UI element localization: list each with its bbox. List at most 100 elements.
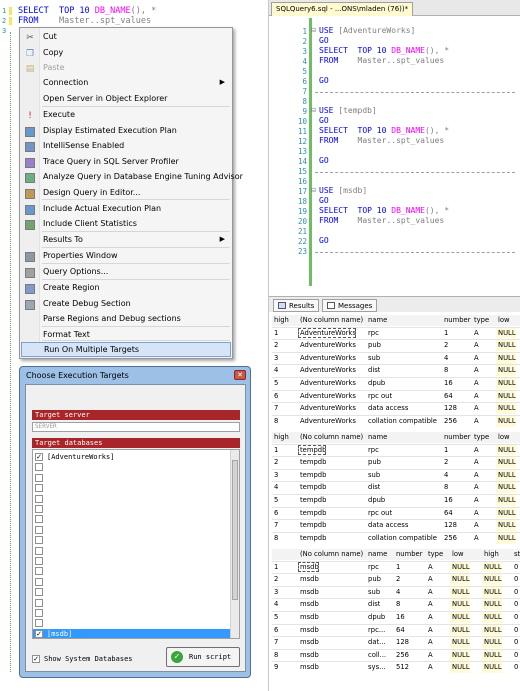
table-cell[interactable]: 128 [442,520,457,531]
table-cell[interactable]: NULL [496,507,516,519]
table-cell[interactable]: rpc [366,445,379,456]
table-row[interactable]: 9 msdb sys... 512 A NULL NULL 0 [272,662,520,674]
column-header[interactable]: low [496,432,510,443]
table-cell[interactable]: NULL [450,561,470,573]
table-cell[interactable]: A [472,470,479,481]
table-row[interactable]: 1 AdventureWorks rpc 1 A NULL [272,327,520,339]
table-cell[interactable]: 0 [512,637,518,648]
menu-item-results-to[interactable]: Results To ▶ [21,233,231,248]
table-cell[interactable]: msdb [298,599,319,610]
table-row[interactable]: 2 msdb pub 2 A NULL NULL 0 [272,574,520,585]
column-header[interactable]: (No column name) [298,549,363,560]
table-cell[interactable]: 512 [394,662,409,673]
table-row[interactable]: 6 msdb rpc... 64 A NULL NULL 0 [272,624,520,636]
table-cell[interactable]: 64 [442,508,453,519]
table-cell[interactable]: NULL [496,403,516,414]
scrollbar-thumb[interactable] [232,460,238,600]
table-cell[interactable]: tempdb [298,520,326,531]
table-cell[interactable]: msdb [298,662,319,673]
table-cell[interactable]: 0 [512,599,518,610]
table-cell[interactable]: rpc [366,328,379,339]
table-row[interactable]: 5 msdb dpub 16 A NULL NULL 0 [272,612,520,623]
table-cell[interactable]: NULL [482,574,502,585]
table-cell[interactable]: A [426,662,433,673]
checkbox[interactable] [35,505,43,513]
table-cell[interactable]: 2 [394,574,400,585]
menu-item-format-text[interactable]: Format Text [21,328,231,343]
table-cell[interactable]: tempdb [298,533,326,544]
table-cell[interactable]: data access [366,520,408,531]
table-row[interactable]: 3 tempdb sub 4 A NULL [272,469,520,481]
table-cell[interactable]: AdventureWorks [298,365,356,376]
table-cell[interactable]: NULL [496,415,516,427]
table-cell[interactable]: tempdb [298,470,326,481]
column-header[interactable]: (No column name) [298,432,363,443]
code-line[interactable]: USE [tempdb] [319,106,377,115]
checkbox[interactable] [35,536,43,545]
code-line[interactable]: SELECT TOP 10 DB_NAME(), * [18,6,156,16]
table-cell[interactable]: 0 [512,587,518,598]
column-header[interactable]: low [450,549,464,560]
menu-item-copy[interactable]: ❐ Copy [21,46,231,61]
code-line[interactable]: FROM Master..spt_values [319,216,444,225]
menu-item-intellisense-enabled[interactable]: IntelliSense Enabled [21,139,231,154]
table-cell[interactable]: msdb [298,650,319,661]
column-header[interactable]: number [442,432,471,443]
table-cell[interactable]: 256 [442,416,457,427]
table-cell[interactable]: A [426,612,433,623]
table-cell[interactable]: NULL [482,637,502,648]
tab-sqlquery6[interactable]: SQLQuery6.sql - ...ONS\mladen (76))* [271,2,414,16]
table-cell[interactable]: 1 [394,562,400,573]
table-cell[interactable]: NULL [482,662,502,674]
table-cell[interactable]: A [426,637,433,648]
table-cell[interactable]: 2 [442,340,448,351]
menu-item-query-options[interactable]: Query Options... [21,265,231,280]
table-cell[interactable]: 4 [442,470,448,481]
table-cell[interactable]: NULL [496,390,516,402]
table-cell[interactable]: NULL [482,561,502,573]
table-cell[interactable]: msdb [298,574,319,585]
menu-item-analyze-query-in-database-engine-tuning-advisor[interactable]: Analyze Query in Database Engine Tuning … [21,170,243,185]
table-cell[interactable]: tempdb [298,482,326,493]
table-cell[interactable]: pub [366,574,381,585]
column-header[interactable]: low [496,315,510,326]
list-item[interactable] [33,525,231,535]
list-item[interactable] [33,618,231,628]
table-cell[interactable]: NULL [482,612,502,623]
table-cell[interactable]: A [426,574,433,585]
table-cell[interactable]: NULL [450,574,470,585]
column-header[interactable]: type [472,315,489,326]
code-line[interactable]: SELECT TOP 10 DB_NAME(), * [319,46,449,55]
table-cell[interactable]: A [472,445,479,456]
table-cell[interactable]: collation compatible [366,416,437,427]
table-cell[interactable]: 16 [442,378,453,389]
table-cell[interactable]: A [472,353,479,364]
menu-item-run-on-multiple-targets[interactable]: Run On Multiple Targets [21,342,231,357]
table-cell[interactable]: msdb [298,587,319,598]
table-cell[interactable]: NULL [482,649,502,661]
table-cell[interactable]: 64 [442,391,453,402]
table-cell[interactable]: msdb [298,612,319,623]
table-cell[interactable]: 8 [442,365,448,376]
table-cell[interactable]: AdventureWorks [298,353,356,364]
list-item[interactable] [33,608,231,618]
checkbox[interactable] [35,494,43,503]
table-cell[interactable]: 0 [512,574,518,585]
collapse-icon[interactable]: ⊟ [311,187,316,194]
table-cell[interactable]: NULL [450,599,470,611]
collapse-icon[interactable]: ⊟ [311,107,316,114]
list-item[interactable] [33,587,231,597]
table-cell[interactable]: rpc [366,562,379,573]
table-cell[interactable]: rpc... [366,625,385,636]
table-cell[interactable]: 2 [442,457,448,468]
table-cell[interactable]: NULL [450,586,470,598]
scrollbar[interactable] [230,450,239,638]
checkbox[interactable] [35,473,43,482]
list-item[interactable] [33,473,231,483]
collapse-icon[interactable]: ⊟ [311,27,316,34]
table-cell[interactable]: NULL [496,532,516,544]
code-line[interactable]: SELECT TOP 10 DB_NAME(), * [319,206,449,215]
table-row[interactable]: 5 tempdb dpub 16 A NULL [272,495,520,506]
table-row[interactable]: 3 msdb sub 4 A NULL NULL 0 [272,586,520,598]
code-line[interactable]: GO [319,156,329,165]
